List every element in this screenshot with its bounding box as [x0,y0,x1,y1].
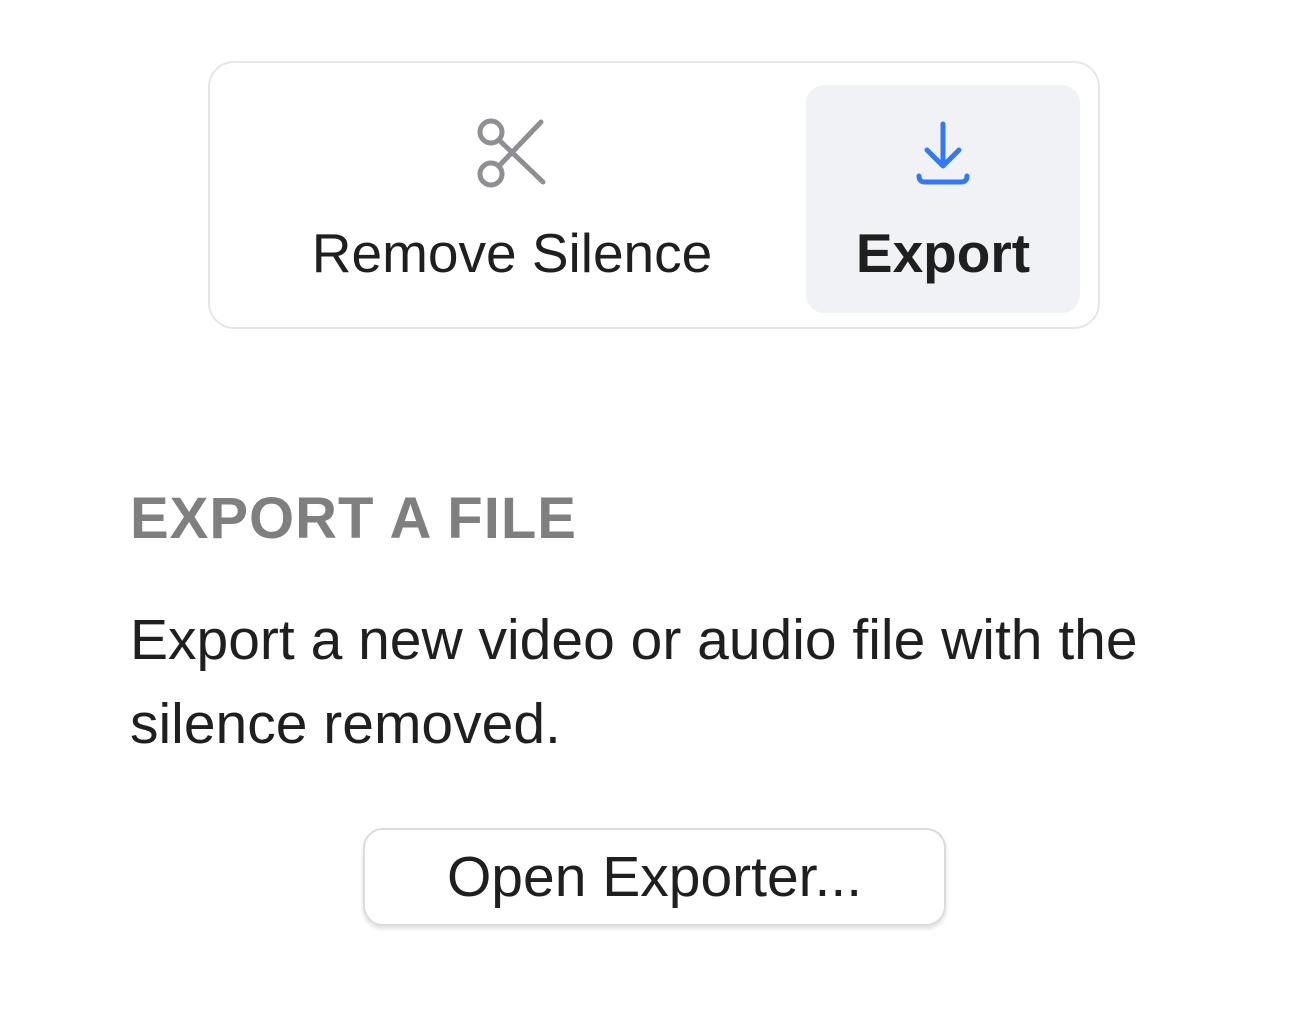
open-exporter-button[interactable]: Open Exporter... [363,828,946,926]
section-description: Export a new video or audio file with th… [130,608,1138,756]
export-tab[interactable]: Export [806,85,1080,313]
tool-selector: Remove Silence Export [208,61,1100,329]
section-title: EXPORT A FILE [130,486,577,551]
download-icon [903,113,983,193]
remove-silence-label: Remove Silence [311,222,713,284]
remove-silence-tab[interactable]: Remove Silence [230,85,794,313]
scissors-icon [472,113,552,193]
export-label: Export [855,222,1031,284]
